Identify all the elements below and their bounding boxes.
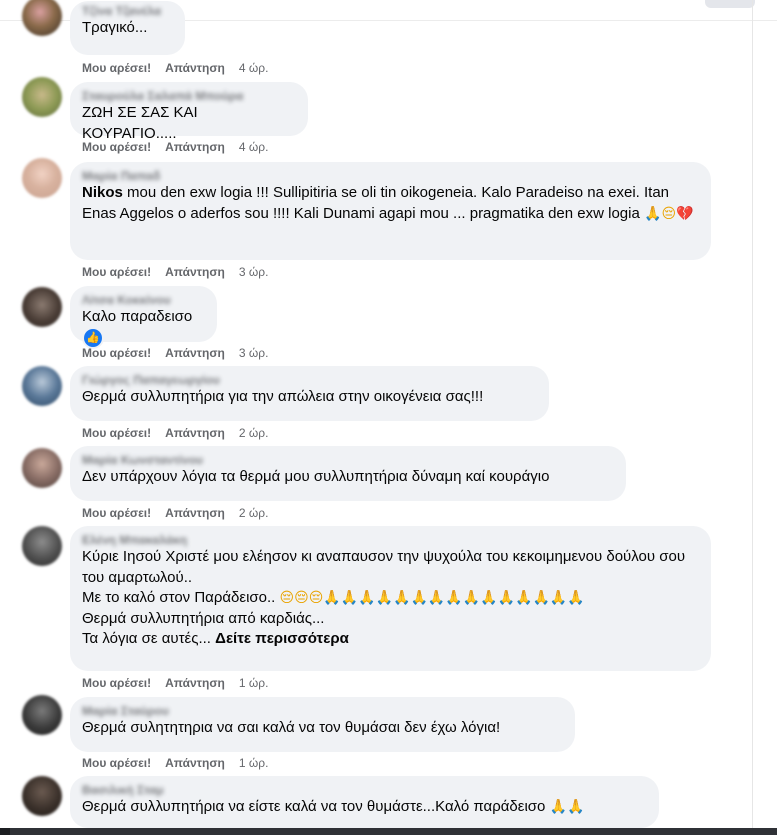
reply-button[interactable]: Απάντηση <box>165 140 225 154</box>
comment-bubble: Γιώργος Παπαγεωργίου Θερμά συλλυπητήρια … <box>70 366 549 421</box>
pensive-face-icon: 😔 <box>661 205 677 222</box>
mention-link[interactable]: Nikos <box>82 184 123 201</box>
like-button[interactable]: Μου αρέσει! <box>82 346 151 360</box>
comment-time[interactable]: 4 ώρ. <box>239 61 269 75</box>
comment-actions: Μου αρέσει! Απάντηση 1 ώρ. <box>82 675 268 691</box>
comment-text-line: Κύριε Ιησού Χριστέ μου ελέησον κι αναπαυ… <box>82 548 686 586</box>
comment-text: Δεν υπάρχουν λόγια τα θερμά μου συλλυπητ… <box>82 468 550 485</box>
comment-text: Τραγικό... <box>82 19 148 36</box>
comment-bubble: Τζίνα Τζανέλα Τραγικό... <box>70 1 185 55</box>
reply-button[interactable]: Απάντηση <box>165 61 225 75</box>
avatar[interactable] <box>22 158 62 198</box>
avatar[interactable] <box>22 77 62 117</box>
comments-panel: Τζίνα Τζανέλα Τραγικό... Μου αρέσει! Απά… <box>0 0 777 835</box>
comment-text: Κύριε Ιησού Χριστέ μου ελέησον κι αναπαυ… <box>82 547 699 650</box>
comment-actions: Μου αρέσει! Απάντηση 4 ώρ. <box>82 139 268 155</box>
comment-text-body: Θερμά συλλυπητήρια να είστε καλά να τον … <box>82 798 546 815</box>
avatar[interactable] <box>22 526 62 566</box>
comment-actions: Μου αρέσει! Απάντηση 2 ώρ. <box>82 505 268 521</box>
comment-bubble: Μαρία Σταύρου Θερμά συλητητηρια να σαι κ… <box>70 697 575 752</box>
top-menu-button[interactable] <box>705 0 755 8</box>
folded-hands-icon: 🙏 <box>644 205 662 222</box>
avatar[interactable] <box>22 695 62 735</box>
comment-bubble: Βασιλική Σταμ Θερμά συλλυπητήρια να είστ… <box>70 776 659 828</box>
reply-button[interactable]: Απάντηση <box>165 346 225 360</box>
like-button[interactable]: Μου αρέσει! <box>82 265 151 279</box>
comment-author[interactable]: Σταυρούλα Σαλαπά Μπούρα <box>82 89 296 103</box>
see-more-link[interactable]: Δείτε περισσότερα <box>215 630 349 647</box>
like-button[interactable]: Μου αρέσει! <box>82 61 151 75</box>
comment-author[interactable]: Τζίνα Τζανέλα <box>82 4 173 18</box>
comment-time[interactable]: 4 ώρ. <box>239 140 269 154</box>
reply-button[interactable]: Απάντηση <box>165 756 225 770</box>
comment-actions: Μου αρέσει! Απάντηση 2 ώρ. <box>82 425 268 441</box>
comment-author[interactable]: Μαρία Σταύρου <box>82 704 563 718</box>
comment-time[interactable]: 1 ώρ. <box>239 756 269 770</box>
comment-author[interactable]: Μαρία Κωνσταντίνου <box>82 453 614 467</box>
comment-time[interactable]: 2 ώρ. <box>239 426 269 440</box>
broken-heart-icon: 💔 <box>676 205 694 222</box>
comment-time[interactable]: 3 ώρ. <box>239 346 269 360</box>
comment-time[interactable]: 2 ώρ. <box>239 506 269 520</box>
like-button[interactable]: Μου αρέσει! <box>82 756 151 770</box>
comment-author[interactable]: Βασιλική Σταμ <box>82 783 647 797</box>
like-button[interactable]: Μου αρέσει! <box>82 140 151 154</box>
comment-text: Καλο παραδεισο 👍 <box>82 307 205 348</box>
reply-button[interactable]: Απάντηση <box>165 676 225 690</box>
comment-text-line: Θερμά συλλυπητήρια από καρδιάς... <box>82 609 325 627</box>
reply-button[interactable]: Απάντηση <box>165 506 225 520</box>
comment-author[interactable]: Γιώργος Παπαγεωργίου <box>82 373 537 387</box>
comment-bubble: Σταυρούλα Σαλαπά Μπούρα ΖΩΗ ΣΕ ΣΑΣ ΚΑΙ Κ… <box>70 82 308 142</box>
like-button[interactable]: Μου αρέσει! <box>82 676 151 690</box>
folded-hands-icon: 🙏🙏 <box>549 799 585 815</box>
taskbar-corner <box>0 828 10 835</box>
folded-hands-icon: 🙏🙏🙏🙏🙏🙏🙏🙏🙏🙏🙏🙏🙏🙏🙏 <box>323 590 585 606</box>
reply-button[interactable]: Απάντηση <box>165 426 225 440</box>
like-button[interactable]: Μου αρέσει! <box>82 426 151 440</box>
comment-text-line: Με το καλό στον Παράδεισο.. 😔😔😔🙏🙏🙏🙏🙏🙏🙏🙏🙏… <box>82 588 699 609</box>
avatar[interactable] <box>22 0 62 36</box>
comment-actions: Μου αρέσει! Απάντηση 3 ώρ. <box>82 264 268 280</box>
comment-text-body: Τα λόγια σε αυτές... <box>82 630 211 647</box>
comment-text: Θερμά συλλυπητήρια να είστε καλά να τον … <box>82 797 647 818</box>
comment-text-line: Τα λόγια σε αυτές... Δείτε περισσότερα <box>82 629 699 650</box>
comment-time[interactable]: 1 ώρ. <box>239 676 269 690</box>
reply-button[interactable]: Απάντηση <box>165 265 225 279</box>
avatar[interactable] <box>22 448 62 488</box>
avatar[interactable] <box>22 366 62 406</box>
comment-text-body: mou den exw logia !!! Sullipitiria se ol… <box>82 184 670 222</box>
avatar[interactable] <box>22 776 62 816</box>
comment-time[interactable]: 3 ώρ. <box>239 265 269 279</box>
avatar[interactable] <box>22 287 62 327</box>
comment-bubble: Μαρία Παπαδ Nikos mou den exw logia !!! … <box>70 162 711 260</box>
comment-author[interactable]: Λίτσα Κοκκίνου <box>82 293 205 307</box>
taskbar-edge <box>0 828 777 835</box>
comment-author[interactable]: Ελένη Μπακαλάκη <box>82 533 699 547</box>
pensive-face-icon: 😔😔😔 <box>279 590 324 606</box>
comment-text: Θερμά συλητητηρια να σαι καλά να τον θυμ… <box>82 719 501 736</box>
thumbs-up-icon[interactable]: 👍 <box>84 328 102 347</box>
comment-bubble: Ελένη Μπακαλάκη Κύριε Ιησού Χριστέ μου ε… <box>70 526 711 671</box>
feed-divider <box>752 0 753 835</box>
like-button[interactable]: Μου αρέσει! <box>82 506 151 520</box>
comment-actions: Μου αρέσει! Απάντηση 4 ώρ. <box>82 60 268 76</box>
comment-actions: Μου αρέσει! Απάντηση 1 ώρ. <box>82 755 268 771</box>
comment-text-body: Καλο παραδεισο <box>82 308 193 325</box>
comment-actions: Μου αρέσει! Απάντηση 3 ώρ. <box>82 345 268 361</box>
comment-bubble: Μαρία Κωνσταντίνου Δεν υπάρχουν λόγια τα… <box>70 446 626 501</box>
comment-text: ΖΩΗ ΣΕ ΣΑΣ ΚΑΙ ΚΟΥΡΑΓΙΟ..... <box>82 104 198 142</box>
comment-text: Nikos mou den exw logia !!! Sullipitiria… <box>82 183 699 224</box>
comment-bubble: Λίτσα Κοκκίνου Καλο παραδεισο 👍 <box>70 286 217 347</box>
comment-text-body: Με το καλό στον Παράδεισο.. <box>82 589 276 606</box>
comment-text: Θερμά συλλυπητήρια για την απώλεια στην … <box>82 388 484 405</box>
comment-author[interactable]: Μαρία Παπαδ <box>82 169 699 183</box>
